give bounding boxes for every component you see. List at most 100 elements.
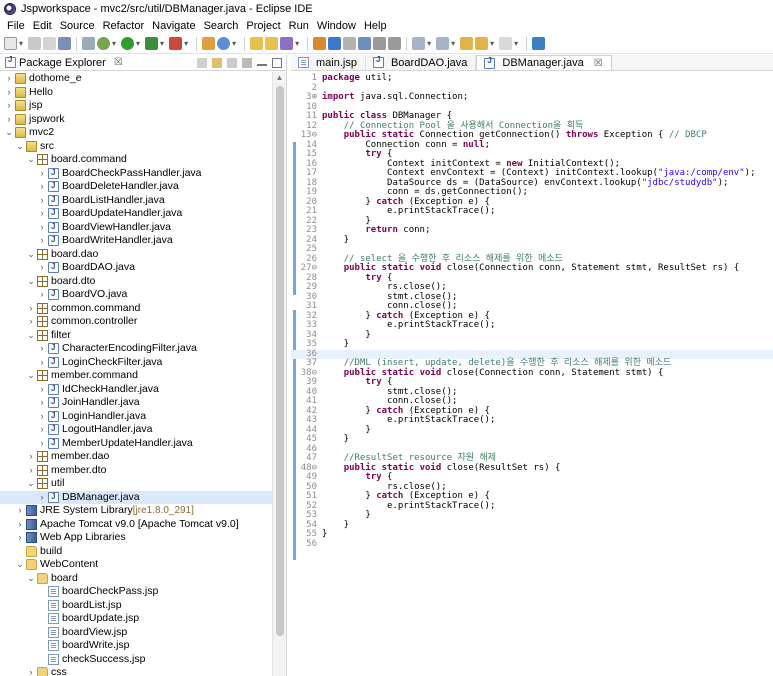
tree-item[interactable]: ⌄ filter xyxy=(0,329,272,343)
link-with-editor-icon[interactable] xyxy=(212,57,222,68)
print-icon[interactable] xyxy=(58,37,72,50)
expand-chevron-icon[interactable]: › xyxy=(37,207,47,221)
external-tools-icon[interactable] xyxy=(169,37,183,50)
maximize-view-icon[interactable] xyxy=(272,57,282,68)
tree-item[interactable]: ⌄ member.command xyxy=(0,369,272,383)
tree-item[interactable]: › CharacterEncodingFilter.java xyxy=(0,341,272,356)
expand-chevron-icon[interactable]: ⌄ xyxy=(26,153,36,167)
expand-chevron-icon[interactable]: ⌄ xyxy=(26,477,36,491)
tree-item[interactable]: › member.dto xyxy=(0,464,272,478)
skip-breakpoints-icon[interactable] xyxy=(82,37,96,50)
code-line[interactable]: 1 package util; xyxy=(291,73,773,84)
tree-item[interactable]: ⌄ mvc2 xyxy=(0,126,272,140)
tree-item[interactable]: › jspwork xyxy=(0,113,272,127)
previous-annotation-dropdown-icon[interactable]: ▾ xyxy=(451,39,455,48)
tree-item[interactable]: › DBManager.java xyxy=(0,490,272,505)
open-perspective-icon[interactable] xyxy=(532,37,546,50)
editor-tab[interactable]: DBManager.java ☒ xyxy=(476,55,612,70)
expand-chevron-icon[interactable]: ⌄ xyxy=(26,248,36,262)
package-explorer-tab[interactable]: Package Explorer ☒ xyxy=(0,55,286,71)
menu-refactor[interactable]: Refactor xyxy=(99,20,149,32)
expand-chevron-icon[interactable]: › xyxy=(37,396,47,410)
tree-item[interactable]: › IdCheckHandler.java xyxy=(0,382,272,397)
expand-chevron-icon[interactable]: › xyxy=(37,342,47,356)
tree-item[interactable]: ⌄ board.command xyxy=(0,153,272,167)
collapse-all-icon[interactable] xyxy=(197,57,207,68)
tree-item[interactable]: checkSuccess.jsp xyxy=(0,653,272,667)
code-line[interactable]: 3⊕ import java.sql.Connection; xyxy=(291,92,773,103)
expand-chevron-icon[interactable]: › xyxy=(15,504,25,518)
tree-item[interactable]: › JoinHandler.java xyxy=(0,395,272,410)
view-menu-icon[interactable] xyxy=(242,57,252,68)
code-line[interactable]: 24 } xyxy=(291,235,773,246)
new-icon[interactable] xyxy=(4,37,17,50)
code-area[interactable]: 1 package util; 2 3⊕ import java.sql.Connect… xyxy=(291,72,773,676)
expand-chevron-icon[interactable]: › xyxy=(4,99,14,113)
menu-source[interactable]: Source xyxy=(56,20,99,32)
expand-chevron-icon[interactable]: › xyxy=(37,423,47,437)
expand-chevron-icon[interactable]: › xyxy=(37,167,47,181)
code-line[interactable]: 35 } xyxy=(291,339,773,350)
tree-item[interactable]: › member.dao xyxy=(0,450,272,464)
debug-icon[interactable] xyxy=(97,37,111,50)
run-server-dropdown-icon[interactable]: ▾ xyxy=(160,39,164,48)
menu-window[interactable]: Window xyxy=(313,20,360,32)
run-dropdown-icon[interactable]: ▾ xyxy=(136,39,140,48)
expand-chevron-icon[interactable]: › xyxy=(37,194,47,208)
toggle-mark-occurrences-icon[interactable] xyxy=(313,37,327,50)
open-task-icon[interactable] xyxy=(265,37,279,50)
run-server-icon[interactable] xyxy=(145,37,159,50)
toggle-block-selection-icon[interactable] xyxy=(358,37,372,50)
menu-navigate[interactable]: Navigate xyxy=(148,20,199,32)
menu-help[interactable]: Help xyxy=(360,20,391,32)
tree-item[interactable]: › jsp xyxy=(0,99,272,113)
tree-item[interactable]: › BoardVO.java xyxy=(0,287,272,302)
tree-item[interactable]: ⌄ src xyxy=(0,140,272,154)
save-all-icon[interactable] xyxy=(43,37,57,50)
tree-scrollbar[interactable]: ▲ xyxy=(272,72,286,676)
expand-chevron-icon[interactable]: › xyxy=(26,464,36,478)
forward-dropdown-icon[interactable]: ▾ xyxy=(514,39,518,48)
expand-chevron-icon[interactable]: › xyxy=(37,437,47,451)
tree-item[interactable]: boardUpdate.jsp xyxy=(0,612,272,626)
expand-chevron-icon[interactable]: › xyxy=(37,288,47,302)
tree-item[interactable]: boardList.jsp xyxy=(0,599,272,613)
tree-item[interactable]: › Apache Tomcat v9.0 [Apache Tomcat v9.0] xyxy=(0,518,272,532)
scrollbar-thumb[interactable] xyxy=(276,86,284,636)
tree-item[interactable]: › css xyxy=(0,666,272,676)
search-dropdown-icon[interactable]: ▾ xyxy=(295,39,299,48)
expand-chevron-icon[interactable]: › xyxy=(4,113,14,127)
expand-chevron-icon[interactable]: › xyxy=(15,518,25,532)
code-line[interactable]: 34 } xyxy=(291,330,773,341)
close-view-icon[interactable]: ☒ xyxy=(114,57,123,68)
tree-item[interactable]: › BoardViewHandler.java xyxy=(0,220,272,235)
toggle-highlight-icon[interactable] xyxy=(328,37,342,50)
expand-chevron-icon[interactable]: ⌄ xyxy=(26,275,36,289)
expand-chevron-icon[interactable]: ⌄ xyxy=(4,126,14,140)
expand-chevron-icon[interactable]: ⌄ xyxy=(26,369,36,383)
tree-item[interactable]: › BoardDAO.java xyxy=(0,260,272,275)
tree-item[interactable]: boardCheckPass.jsp xyxy=(0,585,272,599)
expand-chevron-icon[interactable]: › xyxy=(37,356,47,370)
expand-chevron-icon[interactable]: › xyxy=(26,666,36,676)
tree-item[interactable]: › BoardCheckPassHandler.java xyxy=(0,166,272,181)
toggle-word-wrap-icon[interactable] xyxy=(343,37,357,50)
tree-item[interactable]: › common.command xyxy=(0,302,272,316)
menu-edit[interactable]: Edit xyxy=(29,20,56,32)
open-type-icon[interactable] xyxy=(250,37,264,50)
expand-chevron-icon[interactable]: ⌄ xyxy=(26,329,36,343)
tree-item[interactable]: ⌄ board xyxy=(0,572,272,586)
expand-chevron-icon[interactable]: › xyxy=(37,491,47,505)
minimize-view-icon[interactable] xyxy=(257,60,267,66)
tree-item[interactable]: › LoginCheckFilter.java xyxy=(0,355,272,370)
editor-tab[interactable]: main.jsp xyxy=(291,55,366,70)
expand-chevron-icon[interactable]: › xyxy=(37,234,47,248)
new-java-class-icon[interactable] xyxy=(217,37,231,50)
expand-chevron-icon[interactable]: › xyxy=(37,221,47,235)
expand-chevron-icon[interactable]: › xyxy=(26,315,36,329)
tree-item[interactable]: build xyxy=(0,545,272,559)
expand-chevron-icon[interactable]: ⌄ xyxy=(15,140,25,154)
menu-search[interactable]: Search xyxy=(200,20,243,32)
new-dropdown-icon[interactable]: ▾ xyxy=(19,39,23,48)
expand-chevron-icon[interactable]: › xyxy=(26,450,36,464)
